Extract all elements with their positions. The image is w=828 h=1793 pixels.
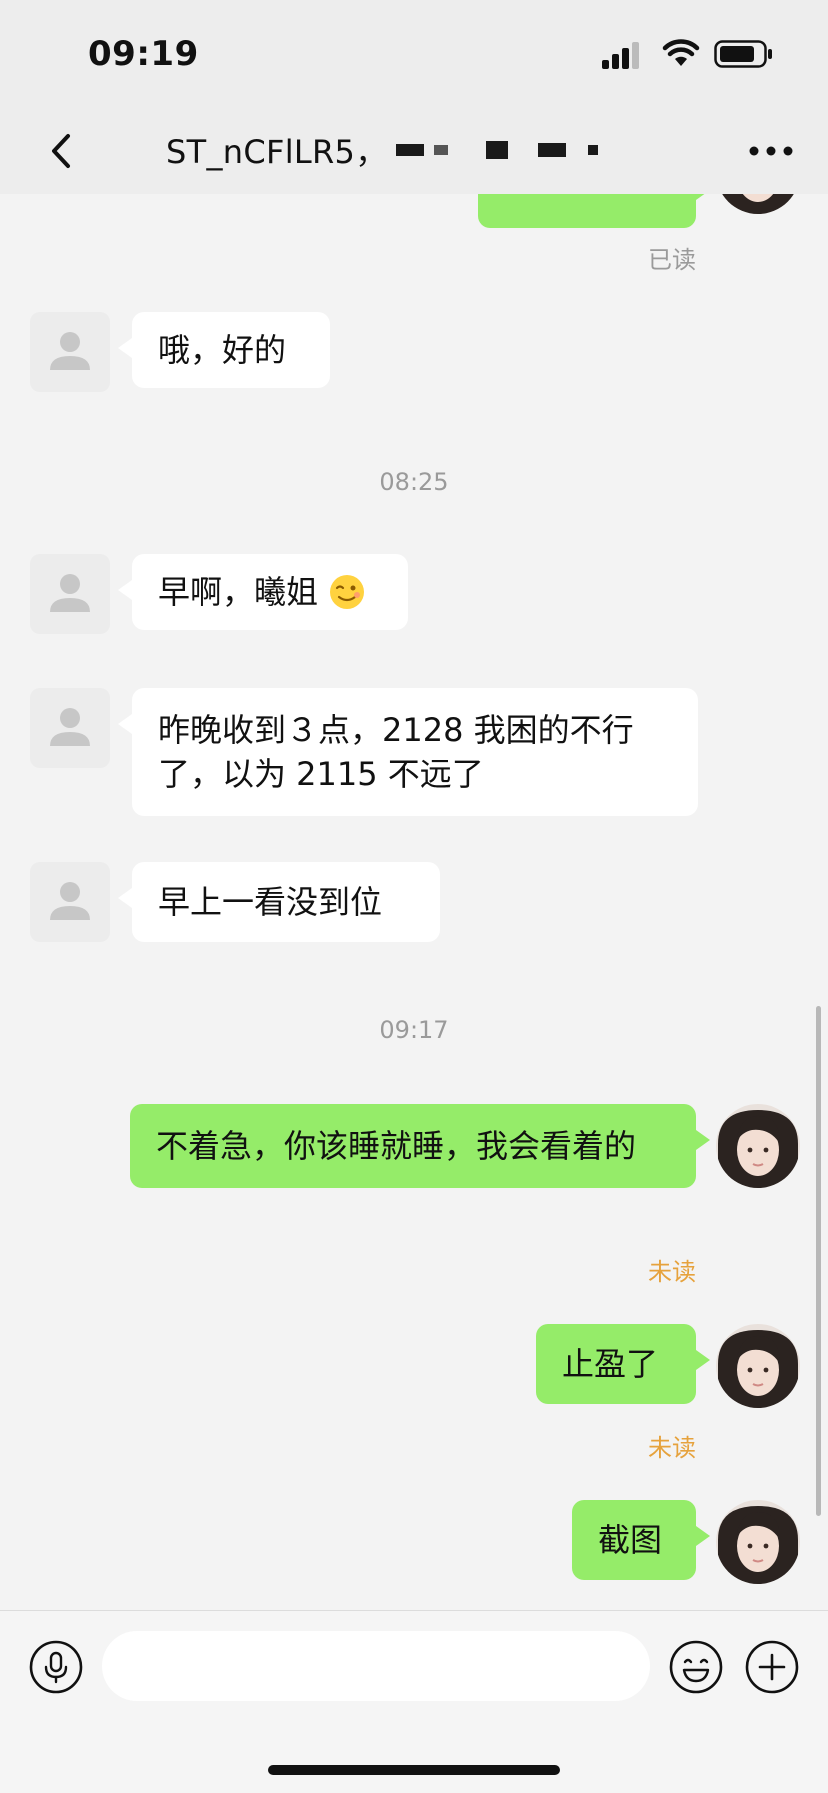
contact-avatar[interactable]	[30, 862, 110, 942]
voice-input-icon[interactable]	[28, 1639, 84, 1695]
more-functions-plus-icon[interactable]	[744, 1639, 800, 1695]
message-bubble-incoming[interactable]: 早上一看没到位	[118, 862, 440, 942]
chat-input-bar	[0, 1610, 828, 1793]
message-bubble-outgoing[interactable]	[478, 194, 710, 228]
signal-icon	[602, 42, 639, 69]
my-avatar[interactable]	[716, 1324, 800, 1408]
status-time: 09:19	[88, 34, 199, 74]
message-timestamp: 09:17	[379, 1016, 449, 1044]
message-bubble-outgoing[interactable]: 截图	[572, 1500, 710, 1580]
message-bubble-outgoing[interactable]: 不着急，你该睡就睡，我会看着的	[130, 1104, 710, 1188]
wink-emoji-icon	[330, 575, 365, 609]
redacted-name	[537, 143, 566, 157]
wifi-icon	[662, 39, 700, 66]
redacted-name	[433, 145, 448, 155]
contact-avatar[interactable]	[30, 688, 110, 768]
emoji-icon[interactable]	[668, 1639, 724, 1695]
message-bubble-outgoing[interactable]: 止盈了	[536, 1324, 710, 1404]
chat-header: ST_nCFlLR5，	[0, 108, 828, 194]
message-bubble-incoming[interactable]: 早啊，曦姐	[118, 554, 408, 630]
status-bar: 09:19	[0, 0, 828, 108]
back-arrow-icon[interactable]	[40, 126, 84, 176]
read-status: 已读	[648, 246, 696, 274]
my-avatar[interactable]	[716, 1500, 800, 1584]
contact-avatar[interactable]	[30, 312, 110, 392]
chat-scrollbar[interactable]	[816, 1006, 821, 1516]
contact-avatar[interactable]	[30, 554, 110, 634]
unread-status: 未读	[648, 1258, 696, 1286]
message-bubble-incoming[interactable]: 昨晚收到３点，2128 我困的不行了，以为 2115 不远了	[118, 688, 698, 816]
unread-status: 未读	[648, 1434, 696, 1462]
chat-title-area[interactable]: ST_nCFlLR5，	[166, 128, 598, 172]
battery-icon	[714, 40, 772, 68]
message-text: 早啊，曦姐	[158, 573, 319, 611]
chat-title: ST_nCFlLR5，	[166, 133, 388, 171]
redacted-name	[485, 141, 508, 159]
redacted-name	[395, 144, 424, 156]
more-options-icon[interactable]	[748, 144, 794, 158]
my-avatar[interactable]	[716, 1104, 800, 1188]
message-timestamp: 08:25	[379, 468, 449, 496]
message-bubble-incoming[interactable]: 哦，好的	[118, 312, 330, 388]
home-indicator	[268, 1765, 560, 1775]
redacted-name	[587, 145, 598, 155]
my-avatar[interactable]	[716, 194, 800, 214]
message-input[interactable]	[102, 1631, 650, 1701]
chat-message-list[interactable]: 已读 哦，好的 08:25 早啊，曦姐 昨晚收到３点，2128 我困的不行了，以…	[0, 194, 828, 1610]
